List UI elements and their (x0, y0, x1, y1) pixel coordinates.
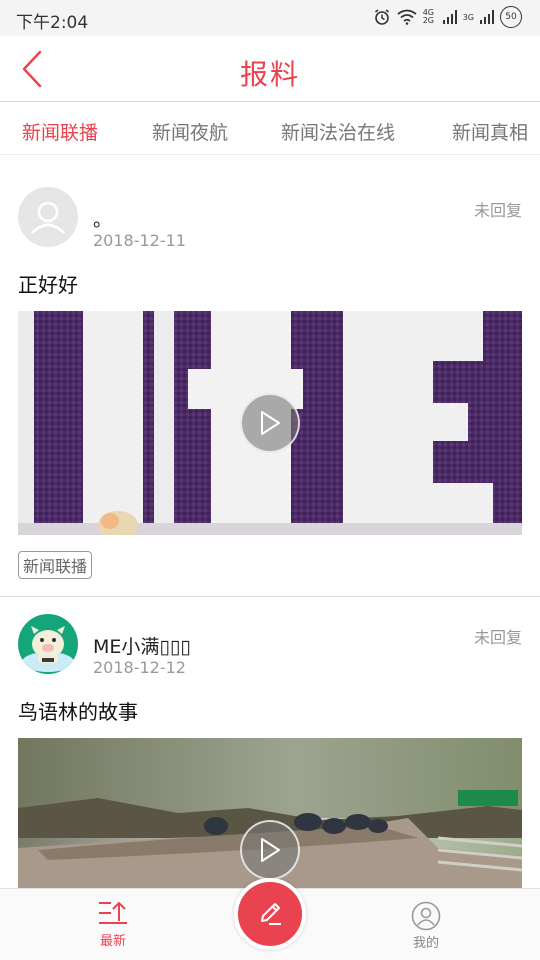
play-button[interactable] (240, 820, 300, 880)
play-icon (261, 411, 280, 435)
reply-status: 未回复 (473, 628, 522, 647)
play-icon (261, 838, 280, 862)
video-thumbnail[interactable] (18, 311, 522, 535)
tab-news-broadcast[interactable]: 新闻联播 (22, 118, 98, 145)
category-tab-bar: 新闻联播 新闻夜航 新闻法治在线 新闻真相 (0, 103, 540, 155)
nav-latest-label: 最新 (99, 934, 126, 949)
status-icons: 4G 2G 3G 50 (373, 6, 522, 28)
play-button[interactable] (240, 393, 300, 453)
wifi-icon (397, 9, 417, 25)
default-user-icon (31, 201, 65, 234)
tab-news-legal-online[interactable]: 新闻法治在线 (281, 118, 395, 145)
post-text: 鸟语林的故事 (18, 700, 138, 724)
post-date: 2018-12-12 (93, 658, 186, 677)
page-title: 报料 (239, 58, 300, 91)
battery-icon: 50 (500, 6, 522, 28)
post-card[interactable]: ME小满▯▯▯ 2018-12-12 未回复 鸟语林的故事 (0, 614, 540, 888)
avatar[interactable] (18, 614, 78, 674)
latest-icon (99, 901, 127, 924)
cartoon-pig-avatar-image (22, 626, 74, 672)
compose-button[interactable] (234, 878, 306, 950)
network-type-label: 3G (462, 12, 474, 22)
network-type-label: 4G 2G (422, 8, 434, 25)
reply-status: 未回复 (473, 201, 522, 220)
post-divider (0, 596, 540, 597)
username[interactable]: ME小满▯▯▯ (93, 632, 191, 659)
video-thumbnail[interactable] (18, 738, 522, 888)
avatar[interactable] (18, 187, 78, 247)
pencil-icon (261, 903, 281, 925)
post-date: 2018-12-11 (93, 231, 186, 250)
nav-latest[interactable]: 最新 (83, 901, 143, 949)
tab-news-night[interactable]: 新闻夜航 (152, 118, 228, 145)
status-bar: 下午2:04 4G 2G 3G 50 (0, 0, 540, 36)
user-profile-icon (411, 901, 441, 931)
username[interactable]: 。 (93, 205, 112, 232)
status-time: 下午2:04 (16, 13, 89, 33)
nav-mine-label: 我的 (412, 936, 439, 951)
category-tag[interactable]: 新闻联播 (18, 551, 93, 579)
app-header: 报料 (0, 36, 540, 102)
post-text: 正好好 (18, 273, 78, 297)
nav-mine[interactable]: 我的 (396, 901, 456, 951)
post-card[interactable]: 。 2018-12-11 未回复 正好好 新闻联播 (0, 187, 540, 597)
alarm-icon (374, 9, 389, 25)
signal-icon (442, 10, 457, 24)
signal-icon (480, 10, 494, 24)
tab-news-truth[interactable]: 新闻真相 (452, 118, 528, 145)
